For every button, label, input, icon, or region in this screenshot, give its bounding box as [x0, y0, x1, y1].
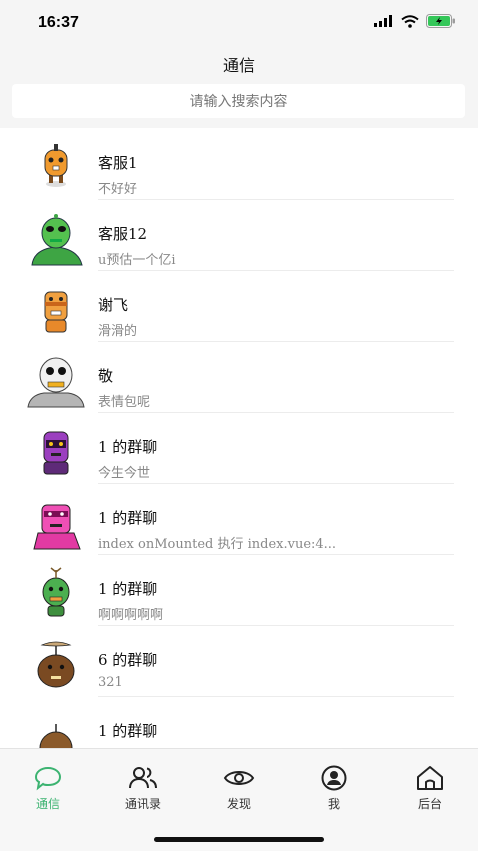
chat-name: 1 的群聊 — [98, 509, 158, 527]
signal-icon — [374, 15, 392, 27]
tab-discover[interactable]: 发现 — [199, 765, 279, 812]
chat-name: 敬 — [98, 367, 114, 385]
status-time: 16:37 — [38, 14, 79, 31]
avatar-green-alien — [31, 214, 83, 266]
chat-name: 1 的群聊 — [98, 580, 158, 598]
tab-contacts[interactable]: 通讯录 — [103, 765, 183, 812]
tab-label: 后台 — [417, 797, 442, 811]
avatar-purple-robot — [43, 431, 69, 475]
chat-bubble-icon — [34, 766, 62, 791]
chat-row[interactable]: 1 的群聊 啊啊啊啊啊 — [0, 554, 478, 626]
chat-name: 谢飞 — [98, 296, 129, 314]
eye-icon — [223, 771, 255, 785]
chat-preview: 今生今世 — [98, 466, 151, 481]
search-input[interactable]: 请输入搜索内容 — [12, 84, 465, 118]
chat-preview: 表情包呢 — [98, 395, 151, 410]
tab-label: 通信 — [35, 797, 60, 811]
chat-preview: 滑滑的 — [98, 324, 138, 339]
chat-row[interactable]: 客服1 不好好 — [0, 128, 478, 200]
chat-row[interactable]: 1 的群聊 index onMounted 执行 index.vue:4... — [0, 483, 478, 555]
home-icon — [417, 766, 443, 790]
search-placeholder: 请输入搜索内容 — [189, 94, 288, 110]
tab-bar: 通信 通讯录 发现 我 后台 — [0, 748, 478, 851]
chat-name: 1 的群聊 — [98, 438, 158, 456]
chat-preview: 不好好 — [98, 182, 138, 197]
status-icons — [374, 14, 456, 28]
wifi-icon — [401, 14, 419, 28]
home-indicator — [154, 837, 324, 842]
chat-preview: 啊啊啊啊啊 — [98, 608, 164, 623]
chat-preview: 321 — [98, 675, 123, 690]
avatar-orange-robot — [44, 144, 68, 187]
battery-icon — [426, 14, 455, 28]
chat-row[interactable]: 1 的群聊 — [0, 696, 478, 748]
chat-name: 6 的群聊 — [98, 651, 158, 669]
avatar-green-sprout — [42, 567, 70, 617]
tab-label: 发现 — [226, 797, 251, 811]
chat-name: 客服12 — [98, 225, 148, 243]
chat-name: 1 的群聊 — [98, 722, 158, 740]
user-icon — [321, 765, 347, 791]
chat-preview: index onMounted 执行 index.vue:4... — [98, 537, 337, 552]
tab-me[interactable]: 我 — [294, 765, 374, 812]
avatar-white-robot — [27, 357, 85, 408]
chat-name: 客服1 — [98, 154, 138, 172]
avatar-brown-propeller — [37, 641, 75, 688]
chat-preview: u预估一个亿i — [98, 253, 176, 268]
tab-label: 我 — [327, 797, 340, 811]
page-title: 通信 — [222, 56, 255, 75]
avatar-pink-robot — [33, 504, 81, 550]
tab-chat[interactable]: 通信 — [8, 765, 88, 812]
header: 通信 请输入搜索内容 — [0, 46, 478, 128]
chat-row[interactable]: 1 的群聊 今生今世 — [0, 412, 478, 484]
tab-label: 通讯录 — [124, 797, 161, 811]
chat-row[interactable]: 6 的群聊 321 — [0, 625, 478, 697]
contacts-icon — [129, 767, 157, 789]
chat-list: 客服1 不好好 客服12 u预估一个亿i 谢飞 滑滑的 敬 表情包呢 1 的群聊… — [0, 128, 478, 748]
chat-row[interactable]: 客服12 u预估一个亿i — [0, 199, 478, 271]
avatar-orange-cartoon — [44, 291, 68, 333]
chat-row[interactable]: 敬 表情包呢 — [0, 341, 478, 413]
status-bar: 16:37 — [0, 0, 478, 46]
chat-row[interactable]: 谢飞 滑滑的 — [0, 270, 478, 342]
tab-backend[interactable]: 后台 — [390, 765, 470, 812]
avatar-brown-cartoon — [39, 724, 73, 748]
